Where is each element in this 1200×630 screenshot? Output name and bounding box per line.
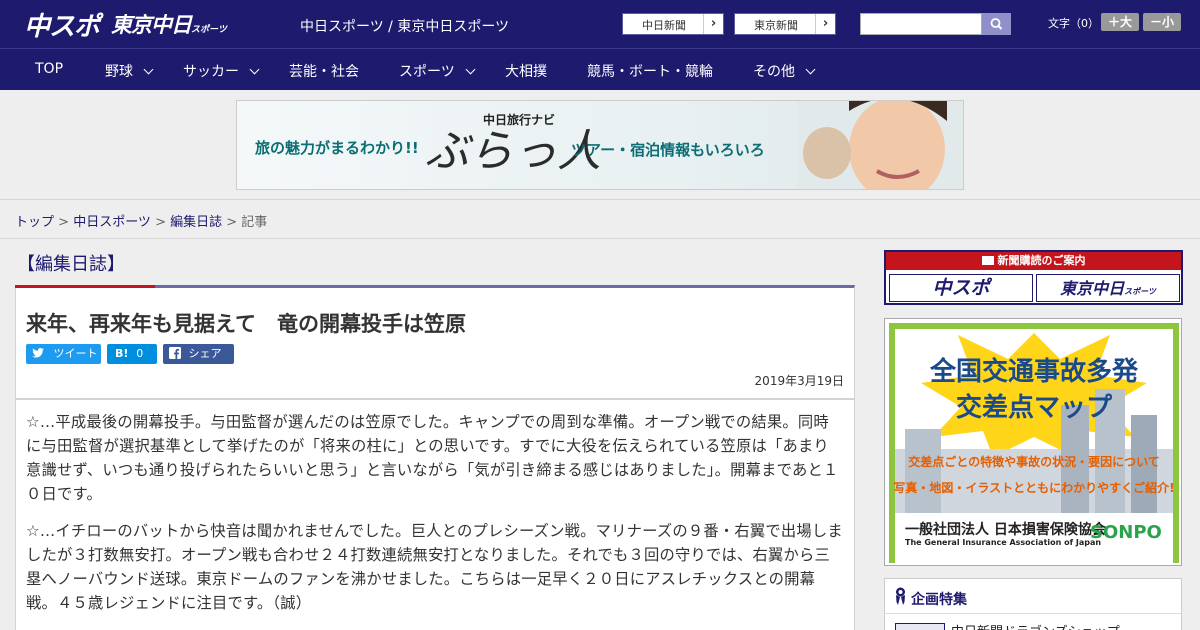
breadcrumb-current: 記事 xyxy=(241,215,268,230)
dragons-shop-link[interactable]: 中日新聞ドラゴンズショップ xyxy=(951,621,1120,630)
site-header: 中スポ 東京中日スポーツ 中日スポーツ / 東京中日スポーツ 中日新聞 › 東京… xyxy=(0,0,1200,48)
breadcrumb-chunichi-link[interactable]: 中日スポーツ xyxy=(73,215,151,230)
tokyo-subscribe-text: 東京中日 xyxy=(1060,279,1125,298)
chunichi-shimbun-link[interactable]: 中日新聞 › xyxy=(622,13,724,35)
search-icon xyxy=(990,18,1003,30)
hatena-count: 0 xyxy=(136,347,144,360)
tweet-button[interactable]: ツイート xyxy=(26,344,101,364)
tokyo-subscribe-small: スポーツ xyxy=(1124,287,1156,296)
nav-label: スポーツ xyxy=(399,64,455,80)
subscription-banner[interactable]: 新聞購読のご案内 中スポ 東京中日スポーツ xyxy=(884,250,1183,305)
font-size-decrease-button[interactable]: －小 xyxy=(1143,13,1181,31)
ad-desc-line2: 写真・地図・イラストとともにわかりやすくご紹介! xyxy=(893,481,1175,495)
chuspo-logo[interactable]: 中スポ xyxy=(24,6,100,43)
nav-label: 野球 xyxy=(105,64,133,80)
tokyo-shimbun-label: 東京新聞 xyxy=(754,19,798,32)
newspaper-icon xyxy=(981,256,994,265)
chevron-down-icon xyxy=(805,64,816,75)
ribbon-icon xyxy=(896,587,905,605)
ad-row: 旅の魅力がまるわかり!! 中日旅行ナビ ぶらっ人 ツアー・宿泊情報もいろいろ xyxy=(0,90,1200,200)
breadcrumb-divider xyxy=(0,238,1200,239)
site-title: 中日スポーツ / 東京中日スポーツ xyxy=(300,19,510,35)
nav-label: その他 xyxy=(753,64,795,80)
main-nav: TOP 野球 サッカー 芸能・社会 スポーツ 大相撲 競馬・ボート・競輪 その他 xyxy=(0,48,1200,90)
subscription-title: 新聞購読のご案内 xyxy=(997,254,1086,267)
chevron-down-icon xyxy=(143,64,154,75)
breadcrumb-sep: > xyxy=(150,215,171,230)
tokyo-logo-text: 東京中日 xyxy=(111,13,192,37)
share-label: シェア xyxy=(188,347,222,360)
ad-right-text: ツアー・宿泊情報もいろいろ xyxy=(571,141,765,159)
ad-photo-image xyxy=(797,101,963,189)
chuspo-subscribe-logo[interactable]: 中スポ xyxy=(889,274,1033,302)
tweet-label: ツイート xyxy=(53,347,98,360)
nav-item-sports[interactable]: スポーツ xyxy=(399,61,476,81)
section-title: 【編集日誌】 xyxy=(17,254,125,275)
publish-date: 2019年3月19日 xyxy=(754,374,844,388)
breadcrumb-sep: > xyxy=(54,215,74,230)
ad-title-line1: 全国交通事故多発 xyxy=(929,357,1138,387)
chevron-down-icon xyxy=(249,64,260,75)
accent-tab xyxy=(15,285,155,288)
nav-item-other[interactable]: その他 xyxy=(753,61,816,81)
chevron-right-icon: › xyxy=(703,14,723,34)
nav-item-baseball[interactable]: 野球 xyxy=(105,61,154,81)
article-header-card: 来年、再来年も見据えて 竜の開幕投手は笠原 ツイート B! 0 シェア 1 20… xyxy=(15,285,855,399)
breadcrumb-top-link[interactable]: トップ xyxy=(15,215,54,230)
font-size-increase-button[interactable]: ＋大 xyxy=(1101,13,1139,31)
chevron-down-icon xyxy=(465,64,476,75)
subscription-header: 新聞購読のご案内 xyxy=(886,252,1181,270)
article-body: ☆…平成最後の開幕投手。与田監督が選んだのは笠原でした。キャンプでの周到な準備。… xyxy=(15,399,855,630)
article-paragraph: ☆…イチローのバットから快音は聞かれませんでした。巨人とのプレシーズン戦。マリナ… xyxy=(26,522,843,612)
search-button[interactable] xyxy=(982,13,1011,35)
sonpo-logo: SONPO xyxy=(1090,522,1162,543)
tokyo-logo-small: スポーツ xyxy=(191,25,227,35)
nav-label: サッカー xyxy=(183,64,239,80)
ad-desc-line1: 交差点ごとの特徴や事故の状況・要因について xyxy=(908,455,1160,469)
ad-left-text: 旅の魅力がまるわかり!! xyxy=(255,139,419,157)
tokyo-chunichi-subscribe-logo[interactable]: 東京中日スポーツ xyxy=(1036,274,1180,302)
tokyo-shimbun-link[interactable]: 東京新聞 › xyxy=(734,13,836,35)
special-features-title: 企画特集 xyxy=(911,592,967,608)
dragons-shop-thumbnail[interactable] xyxy=(895,623,945,630)
nav-item-sumo[interactable]: 大相撲 xyxy=(505,61,547,81)
twitter-bird-icon xyxy=(32,348,44,358)
ad-association-name: 一般社団法人 日本損害保険協会 xyxy=(905,522,1106,538)
nav-label: TOP xyxy=(35,61,64,77)
nav-label: 大相撲 xyxy=(505,64,547,80)
breadcrumb-sep: > xyxy=(222,215,242,230)
traffic-map-ad[interactable]: 全国交通事故多発 交差点マップ 交差点ごとの特徴や事故の状況・要因について 写真… xyxy=(884,318,1182,566)
ad-association-english: The General Insurance Association of Jap… xyxy=(905,538,1102,547)
facebook-share-button[interactable]: シェア 1 xyxy=(163,344,234,380)
ad-title-line2: 交差点マップ xyxy=(955,393,1112,423)
article-headline: 来年、再来年も見据えて 竜の開幕投手は笠原 xyxy=(26,312,466,336)
nav-item-top[interactable]: TOP xyxy=(35,61,63,77)
nav-item-racing[interactable]: 競馬・ボート・競輪 xyxy=(587,61,713,81)
hatena-bookmark-button[interactable]: B! 0 xyxy=(107,344,157,364)
chevron-right-icon: › xyxy=(815,14,835,34)
chunichi-shimbun-label: 中日新聞 xyxy=(642,19,686,32)
nav-item-entertainment[interactable]: 芸能・社会 xyxy=(289,61,359,81)
font-size-label: 文字（0） xyxy=(1048,17,1099,30)
nav-item-soccer[interactable]: サッカー xyxy=(183,61,260,81)
breadcrumb-category-link[interactable]: 編集日誌 xyxy=(170,215,222,230)
search-input[interactable] xyxy=(860,13,982,35)
tokyo-chunichi-logo[interactable]: 東京中日スポーツ xyxy=(111,9,227,39)
breadcrumb: トップ > 中日スポーツ > 編集日誌 > 記事 xyxy=(15,211,267,230)
special-features-box: 企画特集 中日新聞ドラゴンズショップ xyxy=(884,578,1182,630)
nav-label: 競馬・ボート・競輪 xyxy=(587,64,713,80)
travel-ad-banner[interactable]: 旅の魅力がまるわかり!! 中日旅行ナビ ぶらっ人 ツアー・宿泊情報もいろいろ xyxy=(236,100,964,190)
divider xyxy=(885,613,1181,614)
hatena-icon: B! xyxy=(115,347,129,360)
facebook-icon xyxy=(169,347,181,359)
share-count: 1 xyxy=(173,367,180,380)
nav-label: 芸能・社会 xyxy=(289,64,359,80)
article-paragraph: ☆…平成最後の開幕投手。与田監督が選んだのは笠原でした。キャンプでの周到な準備。… xyxy=(26,413,839,503)
